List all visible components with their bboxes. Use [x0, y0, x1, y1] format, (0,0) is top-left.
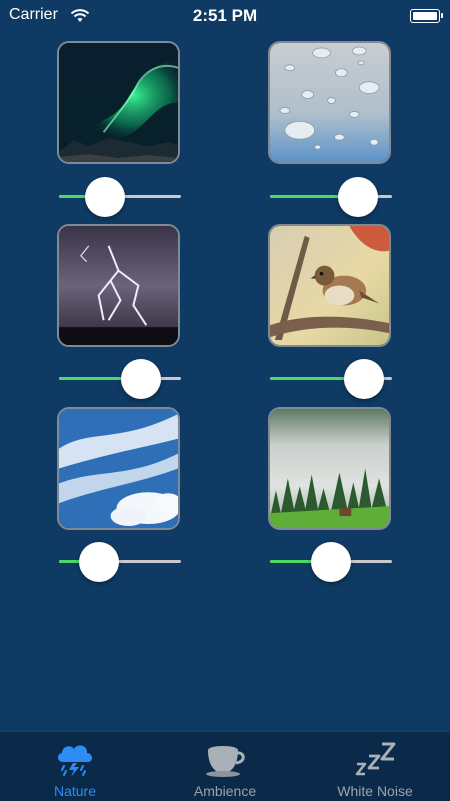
tab-ambience-label: Ambience: [193, 783, 257, 799]
rain-drops-sound-tile[interactable]: [268, 41, 391, 164]
forest-sound-tile[interactable]: [268, 407, 391, 530]
thunderstorm-sound-tile[interactable]: [57, 224, 180, 347]
tab-nature[interactable]: Nature: [0, 732, 150, 801]
slider-thumb[interactable]: [120, 359, 161, 399]
slider-thumb[interactable]: [311, 542, 351, 582]
slider-thumb[interactable]: [79, 542, 120, 582]
rain-drops-volume-slider[interactable]: [270, 175, 392, 219]
tab-bar: Nature Ambience White Noise: [0, 731, 450, 801]
sparrow-image: [270, 226, 389, 345]
status-time: 2:51 PM: [192, 6, 258, 25]
storm-cloud-icon: [57, 745, 93, 777]
thunderstorm-volume-slider[interactable]: [59, 357, 181, 401]
wind-sound-tile[interactable]: [57, 407, 180, 530]
rain-drops-image: [270, 43, 389, 162]
status-bar: Carrier 2:51 PM: [0, 0, 450, 32]
tab-ambience[interactable]: Ambience: [150, 732, 300, 801]
tab-white-noise-label: White Noise: [337, 783, 413, 799]
aurora-volume-slider[interactable]: [59, 175, 181, 219]
coffee-cup-icon: [206, 746, 245, 777]
forest-volume-slider[interactable]: [270, 540, 392, 584]
tab-nature-label: Nature: [53, 783, 97, 799]
slider-thumb[interactable]: [85, 177, 126, 217]
slider-thumb[interactable]: [343, 359, 384, 399]
aurora-image: [59, 43, 178, 162]
aurora-sound-tile[interactable]: [57, 41, 180, 164]
zzz-icon: [355, 742, 396, 776]
bird-volume-slider[interactable]: [270, 357, 392, 401]
clouds-image: [59, 409, 178, 528]
lightning-image: [59, 226, 178, 345]
battery-icon: [410, 9, 443, 23]
forest-fog-image: [270, 409, 389, 528]
slider-thumb[interactable]: [337, 177, 378, 217]
tab-white-noise[interactable]: White Noise: [300, 732, 450, 801]
wind-volume-slider[interactable]: [59, 540, 181, 584]
bird-sound-tile[interactable]: [268, 224, 391, 347]
